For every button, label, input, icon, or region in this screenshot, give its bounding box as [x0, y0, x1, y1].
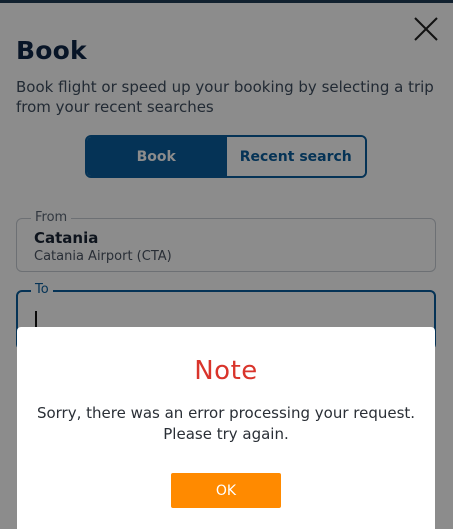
dialog-message-line1: Sorry, there was an error processing you… [36, 404, 416, 422]
error-dialog: Note Sorry, there was an error processin… [17, 327, 435, 529]
dialog-message-line2: Please try again. [163, 425, 289, 443]
ok-button[interactable]: OK [171, 473, 281, 508]
dialog-title: Note [194, 356, 258, 386]
booking-screen: Book Book flight or speed up your bookin… [0, 0, 453, 529]
dialog-message: Sorry, there was an error processing you… [27, 403, 425, 445]
